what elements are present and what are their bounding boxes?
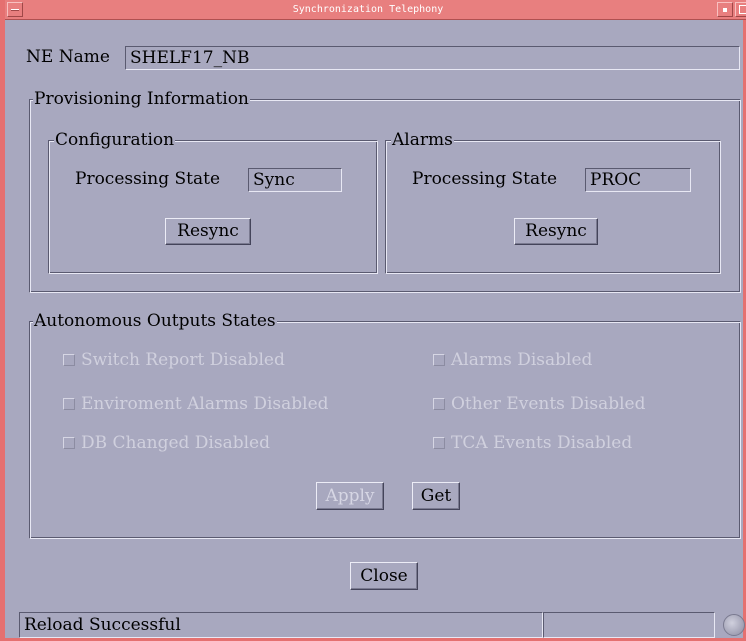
get-button[interactable]: Get [412, 482, 460, 510]
checkbox-icon [63, 398, 75, 410]
checkbox-label: Enviroment Alarms Disabled [81, 394, 329, 414]
maximize-icon[interactable] [735, 2, 746, 17]
window-menu-icon[interactable] [7, 2, 23, 17]
alarms-disabled-checkbox[interactable]: Alarms Disabled [433, 349, 592, 371]
ne-name-label: NE Name [26, 47, 110, 67]
alarms-group [385, 140, 721, 274]
checkbox-label: Other Events Disabled [451, 394, 646, 414]
checkbox-label: Alarms Disabled [451, 350, 593, 370]
alarms-processing-state-field: PROC [585, 168, 691, 192]
other-events-disabled-checkbox[interactable]: Other Events Disabled [433, 393, 645, 415]
autonomous-outputs-title: Autonomous Outputs States [33, 311, 277, 331]
ne-name-field: SHELF17_NB [125, 46, 740, 70]
alarms-title: Alarms [391, 130, 454, 150]
tca-events-disabled-checkbox[interactable]: TCA Events Disabled [433, 432, 632, 454]
configuration-resync-button[interactable]: Resync [165, 218, 251, 245]
provisioning-information-title: Provisioning Information [33, 89, 250, 109]
configuration-processing-state-field: Sync [248, 168, 342, 192]
checkbox-icon [433, 437, 445, 449]
switch-report-disabled-checkbox[interactable]: Switch Report Disabled [63, 349, 285, 371]
db-changed-disabled-checkbox[interactable]: DB Changed Disabled [63, 432, 270, 454]
minimize-icon[interactable] [717, 2, 733, 17]
configuration-group [48, 140, 378, 274]
synchronization-telephony-window: Synchronization Telephony NE Name SHELF1… [0, 0, 746, 641]
checkbox-icon [433, 354, 445, 366]
status-secondary [543, 612, 715, 638]
enviroment-alarms-disabled-checkbox[interactable]: Enviroment Alarms Disabled [63, 393, 329, 415]
checkbox-label: Switch Report Disabled [81, 350, 285, 370]
configuration-processing-state-label: Processing State [75, 169, 221, 189]
apply-button[interactable]: Apply [316, 482, 384, 510]
checkbox-label: DB Changed Disabled [81, 433, 270, 453]
globe-icon [723, 614, 745, 636]
configuration-title: Configuration [54, 130, 176, 150]
title-bar[interactable]: Synchronization Telephony [5, 0, 746, 20]
status-message: Reload Successful [19, 612, 543, 638]
close-button[interactable]: Close [350, 562, 418, 590]
checkbox-icon [63, 354, 75, 366]
checkbox-icon [63, 437, 75, 449]
alarms-resync-button[interactable]: Resync [514, 218, 598, 245]
window-title: Synchronization Telephony [292, 4, 444, 15]
alarms-processing-state-label: Processing State [412, 169, 558, 189]
checkbox-label: TCA Events Disabled [451, 433, 633, 453]
checkbox-icon [433, 398, 445, 410]
